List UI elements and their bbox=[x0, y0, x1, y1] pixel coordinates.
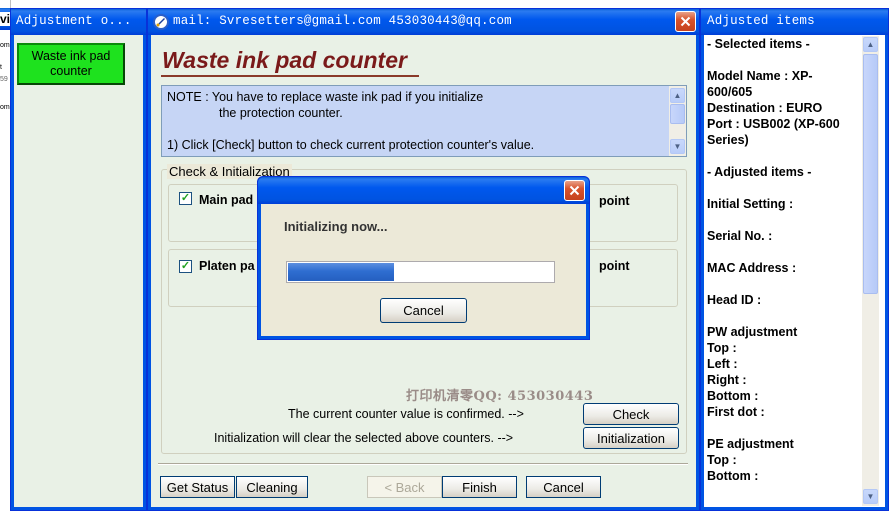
cancel-button[interactable]: Cancel bbox=[526, 476, 601, 498]
page-heading: Waste ink pad counter bbox=[162, 47, 407, 73]
initialization-button[interactable]: Initialization bbox=[583, 427, 679, 449]
cancel-label: Cancel bbox=[543, 479, 584, 495]
close-button[interactable] bbox=[675, 11, 696, 32]
confirm-text: The current counter value is confirmed. … bbox=[288, 407, 524, 421]
close-icon bbox=[569, 185, 580, 196]
title-bar: Adjusted items bbox=[701, 9, 888, 35]
adjusted-line: Right : bbox=[707, 373, 747, 387]
adjusted-line: Bottom : bbox=[707, 469, 759, 483]
get-status-label: Get Status bbox=[166, 479, 229, 495]
adjustment-order-window: Adjustment o... Waste ink pad counter bbox=[10, 8, 147, 511]
note-line: NOTE : You have to replace waste ink pad… bbox=[167, 90, 484, 104]
scrollbar-thumb[interactable] bbox=[670, 104, 685, 124]
scroll-down-icon[interactable]: ▼ bbox=[863, 489, 878, 504]
scroll-up-icon[interactable]: ▲ bbox=[670, 88, 685, 103]
adjusted-line: - Adjusted items - bbox=[707, 165, 812, 179]
note-textbox[interactable]: NOTE : You have to replace waste ink pad… bbox=[161, 85, 687, 157]
dialog-cancel-label: Cancel bbox=[403, 303, 444, 318]
point-label: point bbox=[599, 194, 630, 208]
adjusted-line: Destination : EURO bbox=[707, 101, 823, 115]
adjusted-line: - Selected items - bbox=[707, 37, 810, 51]
check-button-label: Check bbox=[612, 406, 650, 422]
progress-bar bbox=[286, 261, 555, 283]
adjusted-line: Top : bbox=[707, 453, 737, 467]
adjusted-line: Serial No. : bbox=[707, 229, 773, 243]
point-label: point bbox=[599, 259, 630, 273]
adjusted-line: PW adjustment bbox=[707, 325, 798, 339]
adjusted-line: MAC Address : bbox=[707, 261, 797, 275]
adjusted-line: Initial Setting : bbox=[707, 197, 794, 211]
progress-dialog: Initializing now... Cancel bbox=[257, 176, 590, 340]
bg-fragment: t bbox=[0, 64, 2, 71]
waste-ink-pad-counter-button[interactable]: Waste ink pad counter bbox=[17, 43, 125, 85]
progress-fill bbox=[288, 263, 394, 281]
dialog-close-button[interactable] bbox=[564, 180, 585, 201]
adjusted-line: Left : bbox=[707, 357, 738, 371]
adjusted-line: Model Name : XP- bbox=[707, 69, 813, 83]
adjusted-line: 600/605 bbox=[707, 85, 753, 99]
adjusted-items-scrollbar[interactable]: ▲ ▼ bbox=[862, 36, 879, 506]
scroll-up-icon[interactable]: ▲ bbox=[863, 37, 878, 52]
heading-underline bbox=[161, 75, 419, 77]
bg-fragment: om bbox=[0, 42, 10, 49]
bg-fragment: vi bbox=[0, 12, 11, 26]
dialog-cancel-button[interactable]: Cancel bbox=[380, 298, 467, 323]
bg-fragment: 59 bbox=[0, 76, 8, 83]
separator bbox=[158, 463, 688, 465]
window-title: Adjusted items bbox=[707, 14, 815, 28]
title-bar: mail: Svresetters@gmail.com 453030443@qq… bbox=[148, 9, 699, 35]
note-line: 1) Click [Check] button to check current… bbox=[167, 138, 535, 152]
scroll-down-icon[interactable]: ▼ bbox=[670, 139, 685, 154]
scrollbar-thumb[interactable] bbox=[863, 54, 878, 294]
adjusted-items-window: Adjusted items ▲ ▼ bbox=[700, 8, 889, 511]
platen-pad-checkbox[interactable]: ✓ bbox=[179, 260, 192, 273]
progress-message: Initializing now... bbox=[284, 219, 388, 234]
adjusted-line: PE adjustment bbox=[707, 437, 794, 451]
adjusted-line: Top : bbox=[707, 341, 737, 355]
nav-button-label: Waste ink pad counter bbox=[31, 49, 111, 78]
watermark-text: 打印机清零QQ: 453030443 bbox=[406, 389, 594, 404]
adjusted-line: First dot : bbox=[707, 405, 765, 419]
finish-button[interactable]: Finish bbox=[442, 476, 517, 498]
window-title: mail: Svresetters@gmail.com 453030443@qq… bbox=[173, 14, 512, 28]
close-icon bbox=[680, 16, 691, 27]
get-status-button[interactable]: Get Status bbox=[160, 476, 235, 498]
adjusted-line: Series) bbox=[707, 133, 749, 147]
note-scrollbar[interactable]: ▲ ▼ bbox=[669, 86, 686, 156]
app-icon bbox=[153, 14, 169, 30]
bg-fragment: om bbox=[0, 104, 10, 111]
back-label: < Back bbox=[384, 479, 425, 495]
dialog-title-bar bbox=[258, 177, 589, 204]
check-button[interactable]: Check bbox=[583, 403, 679, 425]
adjusted-line: Port : USB002 (XP-600 bbox=[707, 117, 840, 131]
finish-label: Finish bbox=[462, 479, 497, 495]
cleaning-label: Cleaning bbox=[246, 479, 298, 495]
initialization-button-label: Initialization bbox=[597, 430, 665, 446]
adjusted-line: Bottom : bbox=[707, 389, 759, 403]
window-title: Adjustment o... bbox=[16, 14, 132, 28]
main-pad-label: Main pad bbox=[199, 193, 254, 207]
init-text: Initialization will clear the selected a… bbox=[214, 431, 514, 445]
cleaning-button[interactable]: Cleaning bbox=[236, 476, 308, 498]
note-line: the protection counter. bbox=[219, 106, 343, 120]
adjusted-line: Head ID : bbox=[707, 293, 762, 307]
back-button[interactable]: < Back bbox=[367, 476, 442, 498]
main-pad-checkbox[interactable]: ✓ bbox=[179, 192, 192, 205]
platen-pad-label: Platen pa bbox=[199, 259, 255, 273]
title-bar: Adjustment o... bbox=[11, 9, 146, 35]
